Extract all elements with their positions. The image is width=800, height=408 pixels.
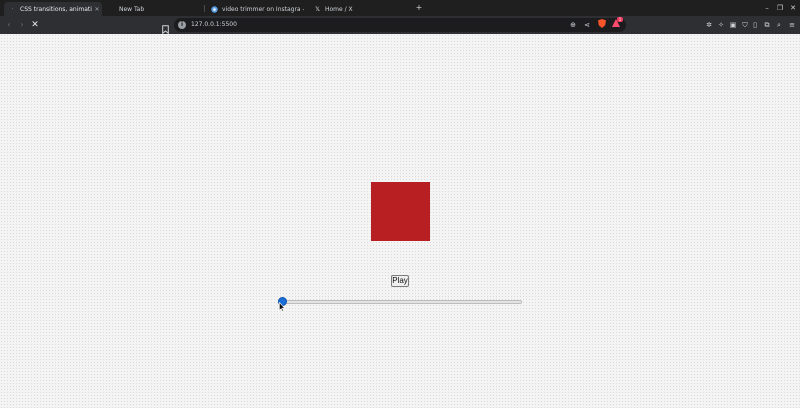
sidebar-icon[interactable]: ▯ [750,20,760,30]
mouse-cursor-icon [279,302,285,312]
timeline-slider[interactable] [278,300,522,304]
tab-home-x[interactable]: 𝕏 Home / X [309,2,407,16]
forward-button[interactable]: › [16,19,28,31]
minimize-button[interactable]: – [761,2,773,14]
globe-icon [211,5,218,13]
blank-icon [108,6,115,13]
address-bar[interactable]: i 127.0.0.1:5500 ⊕ ⋖ [174,18,626,32]
tab-title: New Tab [119,5,145,13]
page-viewport: Play [0,34,800,408]
bookmark-icon[interactable] [162,19,172,35]
vpn-icon[interactable]: ⛉ [740,20,750,30]
rewards-badge: 1 [617,17,623,22]
menu-icon[interactable]: ≡ [787,20,797,30]
animated-square [371,182,430,241]
page-icon: ᐧ [11,5,14,13]
tab-title: Home / X [325,5,353,13]
tab-css-transitions[interactable]: ᐧ CSS transitions, animations ✕ [4,2,102,16]
split-view-icon[interactable]: ⧉ [762,20,772,30]
browser-toolbar: ‹ › ✕ i 127.0.0.1:5500 ⊕ ⋖ 1 ✲ ✧ ▣ ⛉ ▯ ⧉… [0,16,800,35]
zoom-icon[interactable]: ⊕ [568,20,578,30]
bookmarks-sidebar-icon[interactable]: ⌕ [774,20,784,30]
tab-separator [204,5,205,12]
extensions-icon[interactable]: ✲ [704,20,714,30]
leo-ai-icon[interactable]: ✧ [716,20,726,30]
site-info-icon[interactable]: i [178,21,186,29]
tab-title: CSS transitions, animations [20,5,92,13]
tab-video-trimmer[interactable]: video trimmer on Instagra - Gi [206,2,304,16]
close-window-button[interactable]: ✕ [787,2,799,14]
stop-loading-button[interactable]: ✕ [29,19,41,31]
play-button[interactable]: Play [391,275,409,287]
share-icon[interactable]: ⋖ [582,20,592,30]
tab-strip: ᐧ CSS transitions, animations ✕ New Tab … [0,0,800,16]
restore-button[interactable]: ❐ [774,2,786,14]
tab-title: video trimmer on Instagra - Gi [222,5,304,13]
wallet-icon[interactable]: ▣ [728,20,738,30]
url-text[interactable]: 127.0.0.1:5500 [191,18,237,32]
tab-new-tab[interactable]: New Tab [103,2,201,16]
new-tab-button[interactable]: + [414,2,424,14]
x-icon: 𝕏 [315,5,320,13]
back-button[interactable]: ‹ [3,19,15,31]
close-icon[interactable]: ✕ [92,6,102,13]
brave-rewards-icon[interactable]: 1 [612,17,623,27]
